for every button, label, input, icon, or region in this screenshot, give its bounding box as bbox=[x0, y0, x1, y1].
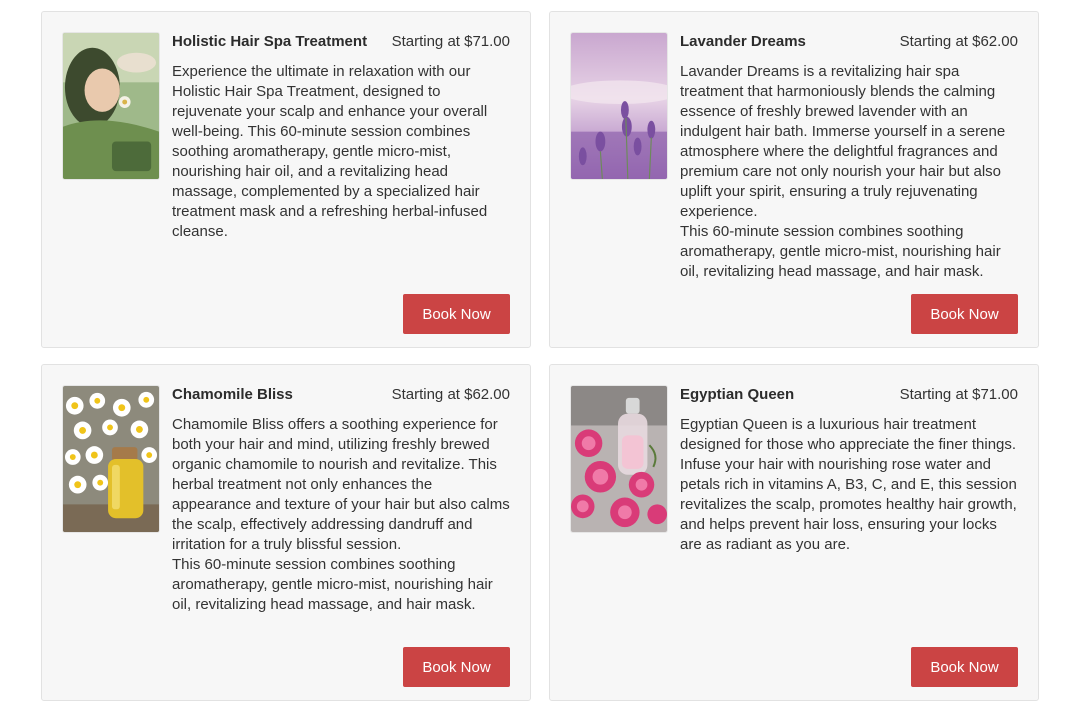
description-paragraph: Chamomile Bliss offers a soothing experi… bbox=[172, 416, 510, 553]
service-price: Starting at $71.00 bbox=[391, 33, 510, 50]
service-grid: Holistic Hair Spa Treatment Starting at … bbox=[0, 0, 1092, 715]
service-card-lavander: Lavander Dreams Starting at $62.00 Lavan… bbox=[549, 11, 1039, 348]
service-price: Starting at $62.00 bbox=[899, 33, 1018, 50]
spa-treatment-photo bbox=[62, 32, 160, 180]
rose-water-photo bbox=[570, 385, 668, 533]
service-card-holistic: Holistic Hair Spa Treatment Starting at … bbox=[41, 11, 531, 348]
description-paragraph: Egyptian Queen is a luxurious hair treat… bbox=[680, 416, 1017, 553]
service-title: Chamomile Bliss bbox=[172, 386, 293, 403]
card-header: Holistic Hair Spa Treatment Starting at … bbox=[172, 32, 510, 52]
description-paragraph: This 60-minute session combines soothing… bbox=[172, 556, 493, 613]
lavender-field-photo bbox=[570, 32, 668, 180]
card-header: Chamomile Bliss Starting at $62.00 bbox=[172, 385, 510, 405]
service-price: Starting at $71.00 bbox=[899, 386, 1018, 403]
service-description: Experience the ultimate in relaxation wi… bbox=[172, 62, 514, 242]
service-description: Egyptian Queen is a luxurious hair treat… bbox=[680, 415, 1022, 555]
service-price: Starting at $62.00 bbox=[391, 386, 510, 403]
book-now-button[interactable]: Book Now bbox=[911, 647, 1018, 687]
book-now-button[interactable]: Book Now bbox=[403, 294, 510, 334]
description-paragraph: Experience the ultimate in relaxation wi… bbox=[172, 63, 488, 240]
service-card-chamomile: Chamomile Bliss Starting at $62.00 Chamo… bbox=[41, 364, 531, 701]
service-title: Lavander Dreams bbox=[680, 33, 806, 50]
description-paragraph: This 60-minute session combines soothing… bbox=[680, 223, 1001, 280]
card-header: Lavander Dreams Starting at $62.00 bbox=[680, 32, 1018, 52]
chamomile-oil-photo bbox=[62, 385, 160, 533]
book-now-button[interactable]: Book Now bbox=[911, 294, 1018, 334]
book-now-button[interactable]: Book Now bbox=[403, 647, 510, 687]
service-description: Lavander Dreams is a revitalizing hair s… bbox=[680, 62, 1022, 282]
card-header: Egyptian Queen Starting at $71.00 bbox=[680, 385, 1018, 405]
description-paragraph: Lavander Dreams is a revitalizing hair s… bbox=[680, 63, 1006, 220]
service-title: Egyptian Queen bbox=[680, 386, 795, 403]
service-card-egyptian: Egyptian Queen Starting at $71.00 Egypti… bbox=[549, 364, 1039, 701]
service-description: Chamomile Bliss offers a soothing experi… bbox=[172, 415, 514, 615]
service-title: Holistic Hair Spa Treatment bbox=[172, 33, 368, 50]
